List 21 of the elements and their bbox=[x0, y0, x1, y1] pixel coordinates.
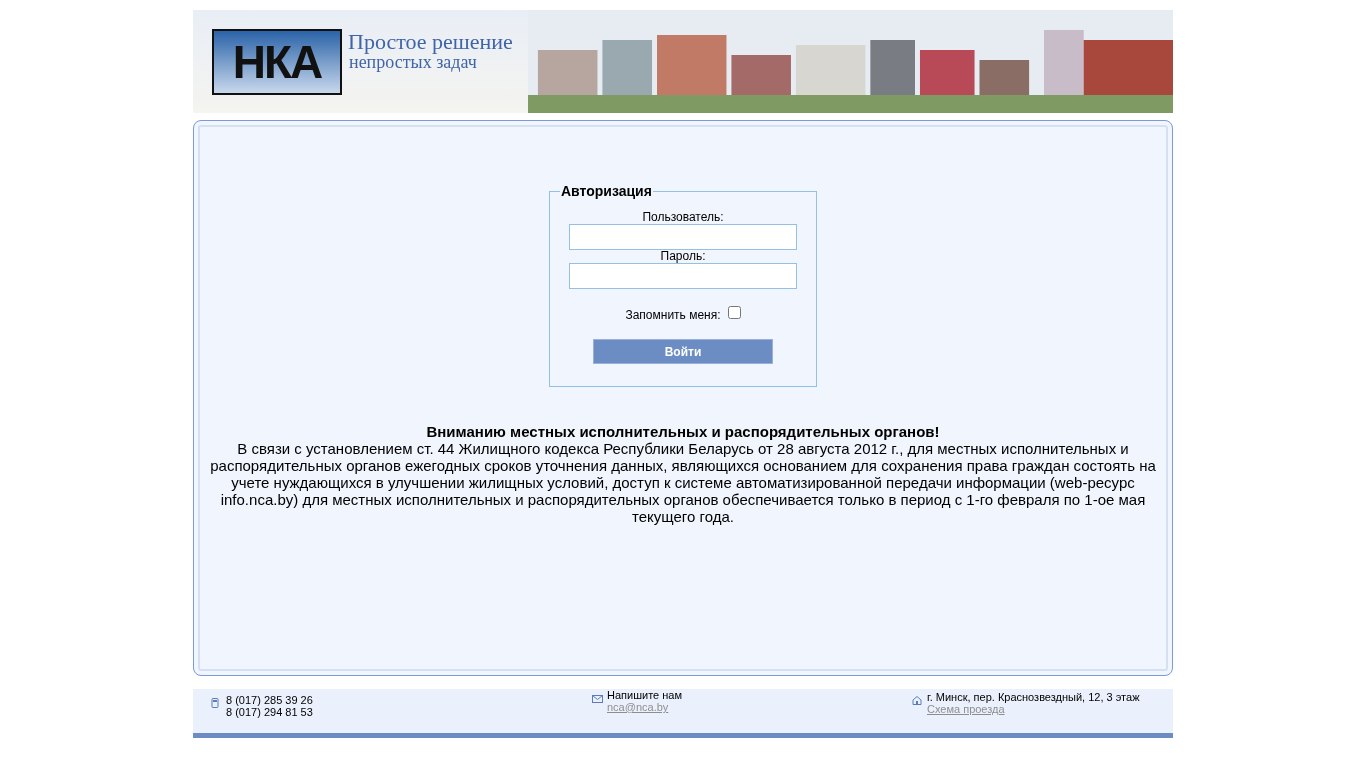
form-title: Авторизация bbox=[560, 183, 653, 199]
login-button[interactable]: Войти bbox=[593, 339, 773, 364]
remember-checkbox[interactable] bbox=[727, 306, 741, 319]
field-label: Пользователь: bbox=[642, 211, 724, 224]
password-field[interactable] bbox=[569, 263, 797, 289]
username-field[interactable] bbox=[569, 224, 797, 250]
tagline: Простое решение bbox=[348, 30, 514, 53]
phone-number: 8 (017) 285 39 26 bbox=[226, 694, 313, 706]
field-label: Пароль: bbox=[660, 250, 706, 263]
phone-number: 8 (017) 294 81 53 bbox=[226, 706, 313, 718]
envelope-icon bbox=[592, 695, 603, 703]
email-link[interactable]: nca@nca.by bbox=[607, 701, 669, 713]
address-text: г. Минск, пер. Краснозвездный, 12, 3 этаж bbox=[927, 691, 1140, 703]
contact-label: Напишите нам bbox=[607, 689, 682, 701]
checkbox-label: Запомнить меня: bbox=[625, 307, 721, 322]
logo: НКА bbox=[212, 28, 342, 95]
house-icon bbox=[912, 696, 922, 705]
notice-heading: Вниманию местных исполнительных и распорядительных органов! bbox=[425, 423, 941, 440]
map-link[interactable]: Схема проезда bbox=[927, 703, 1005, 715]
notice-text: В связи с установлением ст. 44 Жилищного кодекса Республики Беларусь от 28 августа 2012 г., для местных исполнительных и распорядительных органов ежегодных сроков уточнения данных, являющихся основанием для сохранения права граждан состоять на учете нуждающихся в улучшении жилищных условий, доступ к системе автоматизированной передачи информации (web-ресурс info.nca.by) для местных исполнительных и распорядительных органов обеспечивается только в период с 1-го февраля по 1-ое мая текущего года. bbox=[209, 440, 1157, 525]
phone-icon bbox=[211, 698, 219, 708]
